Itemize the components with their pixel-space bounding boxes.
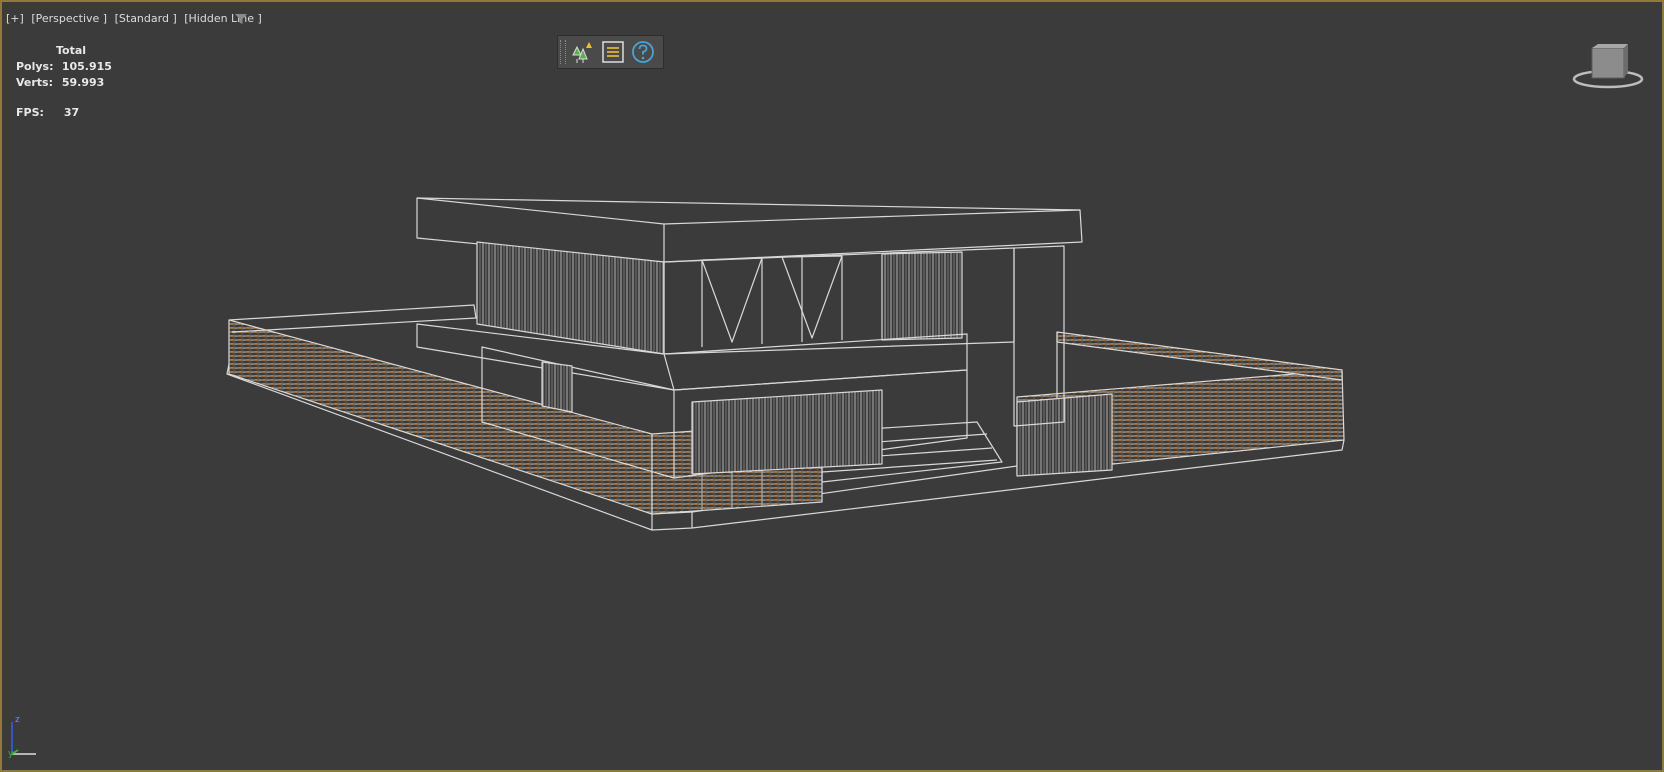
viewport-toolbar — [557, 35, 664, 69]
fence-left — [228, 319, 653, 515]
viewcube-icon[interactable] — [1568, 44, 1648, 94]
toolbar-grip[interactable] — [560, 40, 566, 64]
axis-y-label: y — [8, 749, 14, 758]
scene-wireframe[interactable] — [2, 2, 1662, 770]
list-icon[interactable] — [600, 39, 626, 65]
scene-explorer-icon[interactable] — [570, 39, 596, 65]
axis-z-label: z — [15, 715, 20, 725]
perspective-viewport[interactable]: [+] [Perspective ] [Standard ] [Hidden L… — [0, 0, 1664, 772]
axis-tripod-icon: z y — [8, 715, 36, 758]
help-icon[interactable] — [630, 39, 656, 65]
upper-wall-left — [476, 241, 665, 355]
